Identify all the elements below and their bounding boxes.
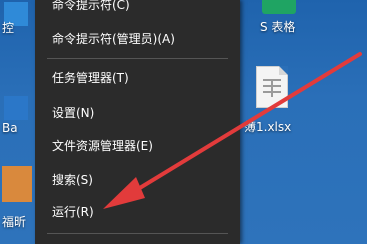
desktop-icon-label: Ba: [2, 121, 18, 135]
menu-item-command-prompt[interactable]: 命令提示符(C): [35, 0, 240, 17]
desktop-icon-wps-spreadsheet[interactable]: S 表格: [260, 0, 360, 40]
desktop-icon-label: 福昕: [2, 215, 27, 229]
menu-item-search[interactable]: 搜索(S): [35, 168, 240, 192]
desktop-icon-label: 簿1.xlsx: [244, 120, 292, 134]
menu-separator: [47, 233, 228, 234]
desktop-icon-label: 控: [2, 21, 15, 35]
desktop-icon-xlsx-file[interactable]: 簿1.xlsx: [244, 66, 354, 136]
desktop-icon-foxit[interactable]: 福昕: [0, 158, 34, 238]
spreadsheet-grid-icon: [263, 79, 281, 97]
menu-separator: [47, 58, 228, 59]
shortcut-icon: [4, 96, 28, 120]
menu-item-command-prompt-admin[interactable]: 命令提示符(管理员)(A): [35, 27, 240, 51]
xlsx-file-icon: [256, 66, 288, 108]
start-context-menu: 命令提示符(C) 命令提示符(管理员)(A) 任务管理器(T) 设置(N) 文件…: [35, 0, 240, 244]
desktop: 控 Ba 福昕 S 表格 簿1.xlsx 命令提示符(C) 命令提示符(管理员)…: [0, 0, 367, 244]
menu-item-file-explorer[interactable]: 文件资源管理器(E): [35, 134, 240, 158]
spreadsheet-app-icon: [262, 0, 296, 14]
foxit-app-icon: [2, 166, 32, 202]
menu-item-settings[interactable]: 设置(N): [35, 101, 240, 125]
desktop-icon-control-panel[interactable]: 控: [0, 0, 34, 44]
desktop-icon-ba[interactable]: Ba: [0, 92, 34, 142]
menu-item-task-manager[interactable]: 任务管理器(T): [35, 66, 240, 90]
desktop-icon-label: S 表格: [260, 20, 296, 34]
menu-item-run[interactable]: 运行(R): [35, 200, 240, 224]
